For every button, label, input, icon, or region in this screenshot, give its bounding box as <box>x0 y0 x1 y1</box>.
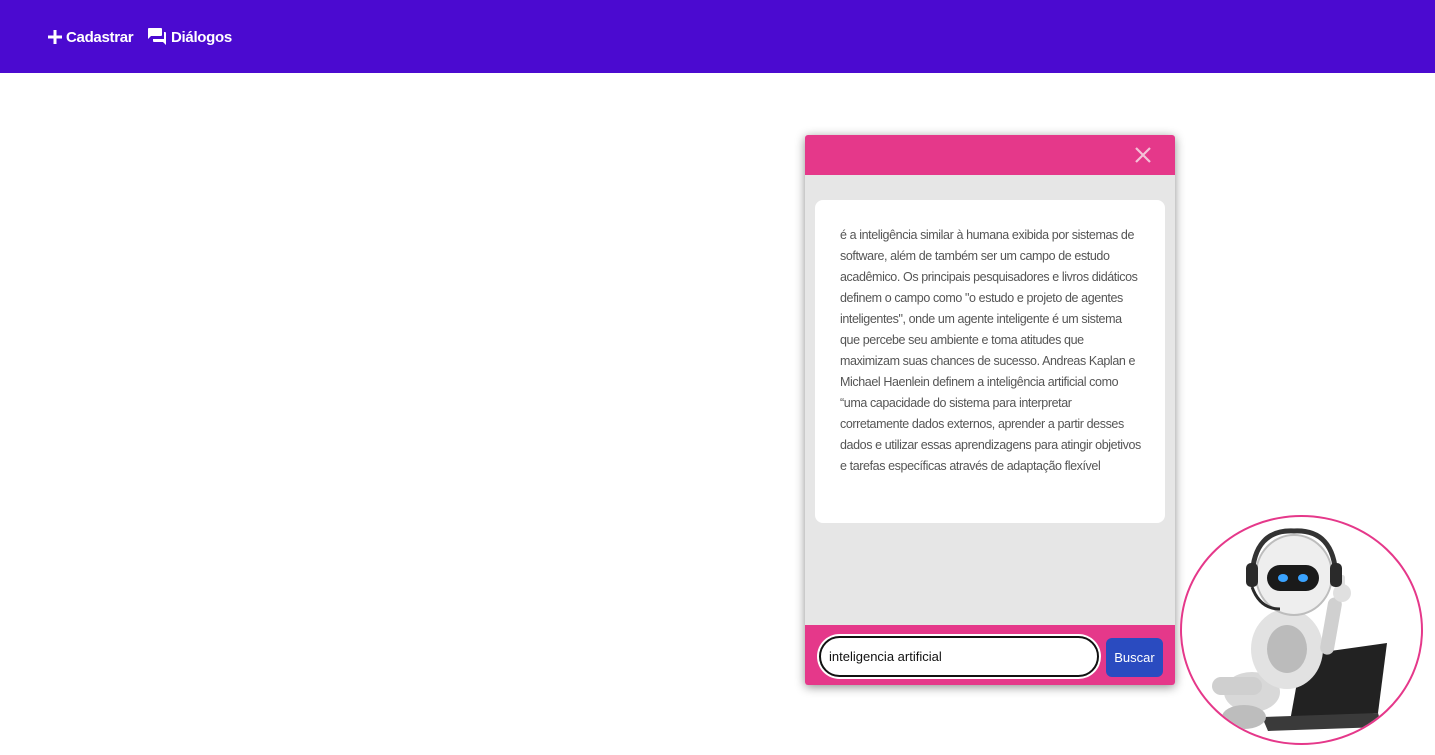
robot-avatar[interactable] <box>1180 515 1423 745</box>
nav-dialogos-label: Diálogos <box>171 28 232 46</box>
search-button[interactable]: Buscar <box>1106 638 1163 677</box>
nav-cadastrar-link[interactable]: Cadastrar <box>48 26 134 48</box>
nav-dialogos-link[interactable]: Diálogos <box>148 26 232 48</box>
close-icon[interactable] <box>1133 145 1153 165</box>
plus-icon <box>48 30 62 44</box>
robot-assistant-icon <box>1212 528 1387 731</box>
chat-window: é a inteligência similar à humana exibid… <box>805 135 1175 685</box>
search-input[interactable] <box>819 636 1099 677</box>
chat-response-message: é a inteligência similar à humana exibid… <box>815 200 1165 523</box>
chat-header <box>805 135 1175 175</box>
chat-bubbles-icon <box>148 28 167 46</box>
chat-footer: Buscar <box>805 625 1175 685</box>
top-navbar: Cadastrar Diálogos <box>0 0 1435 73</box>
nav-cadastrar-label: Cadastrar <box>66 28 134 46</box>
